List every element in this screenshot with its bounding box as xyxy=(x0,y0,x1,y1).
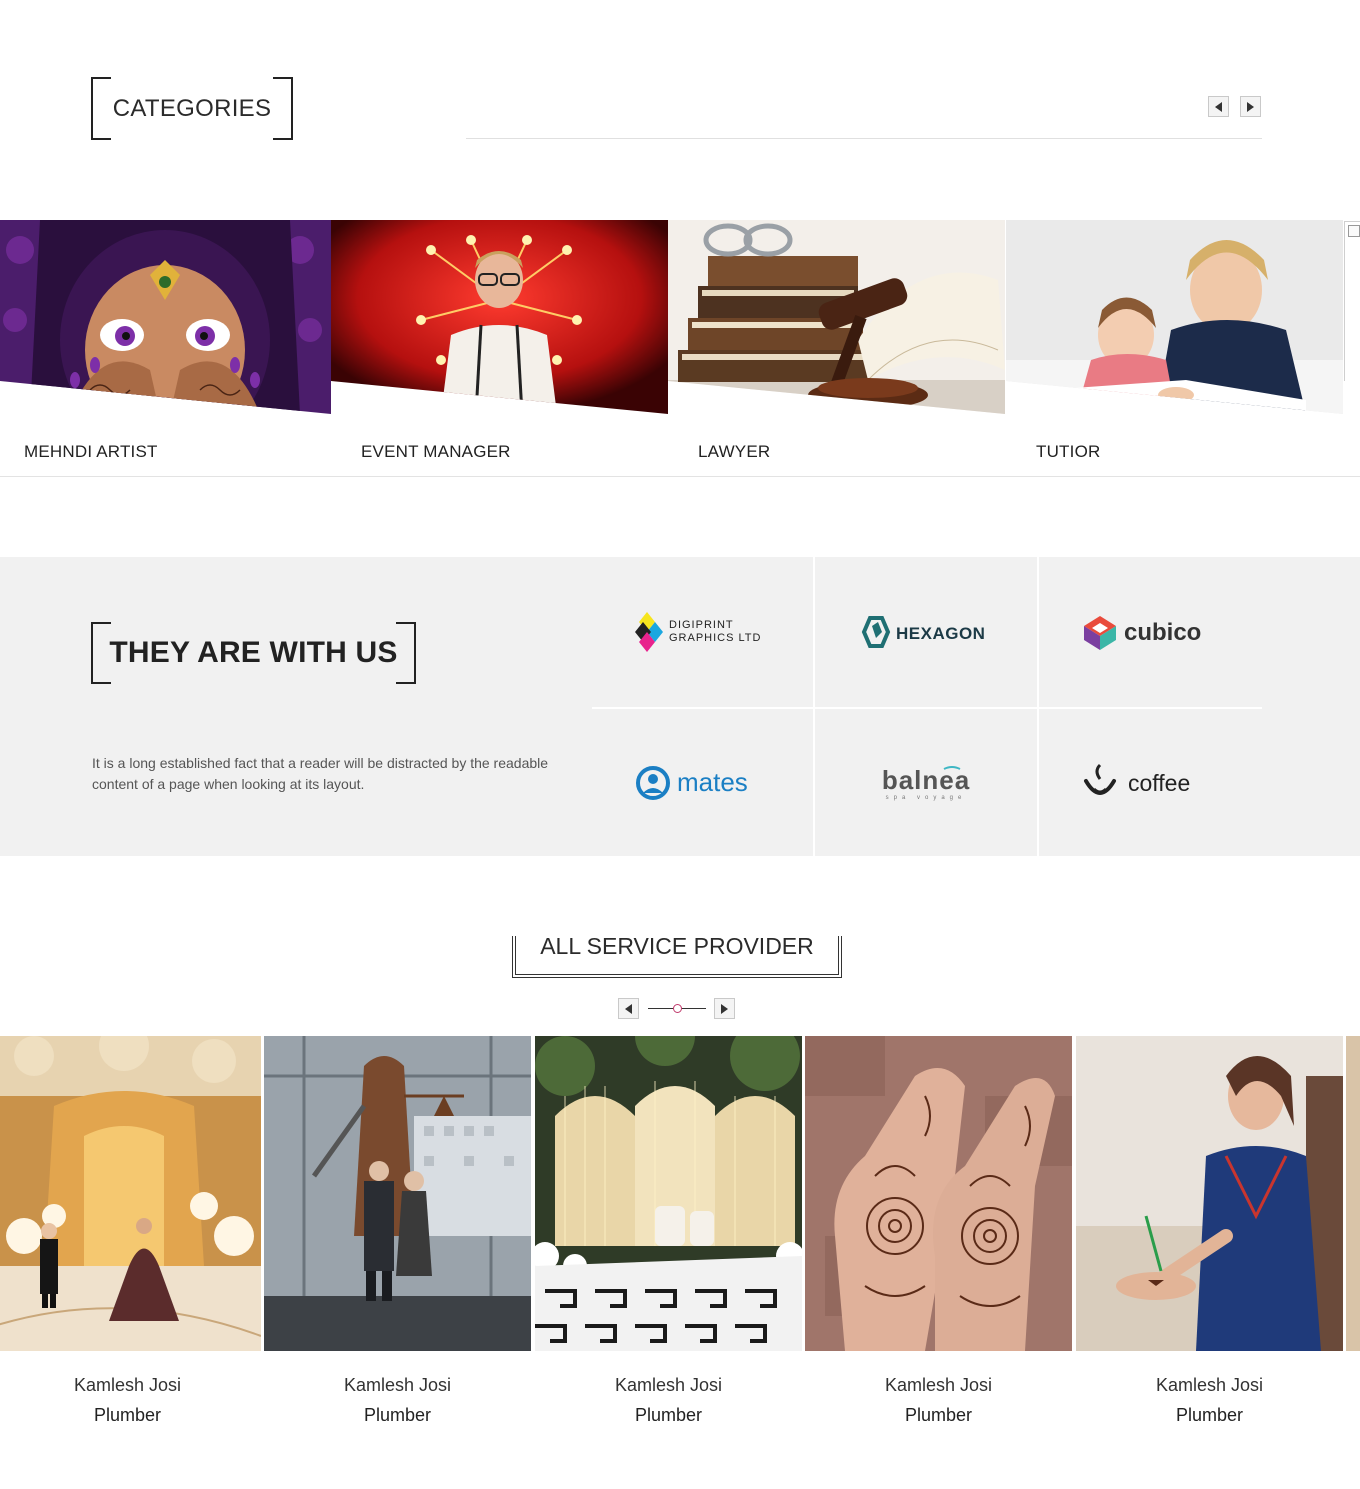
provider-card[interactable]: Kamlesh Josi Plumber xyxy=(0,1036,261,1436)
provider-image[interactable] xyxy=(1076,1036,1343,1351)
arrow-right-icon xyxy=(721,1003,728,1014)
provider-role: Plumber xyxy=(634,1405,703,1425)
category-label[interactable]: LAWYER xyxy=(698,442,770,462)
carousel-indicator-dot[interactable] xyxy=(673,1004,682,1013)
providers-prev-button[interactable] xyxy=(618,998,639,1019)
providers-title-box: ALL SERVICE PROVIDER xyxy=(512,933,842,978)
provider-image[interactable] xyxy=(805,1036,1072,1351)
mates-logo-icon: mates xyxy=(636,765,748,800)
partner-logo-mates[interactable]: mates xyxy=(592,708,814,857)
provider-name[interactable]: Kamlesh Josi xyxy=(805,1375,1072,1396)
category-card-mehndi[interactable]: MEHNDI ARTIST xyxy=(0,220,331,476)
category-card-lawyer[interactable]: LAWYER xyxy=(668,220,1005,476)
provider-name[interactable]: Kamlesh Josi xyxy=(0,1375,261,1396)
categories-prev-button[interactable] xyxy=(1208,96,1229,117)
provider-name[interactable]: Kamlesh Josi xyxy=(1076,1375,1343,1396)
partners-title: THEY ARE WITH US xyxy=(109,636,398,669)
broken-image-icon xyxy=(1348,225,1360,237)
category-image-mehndi[interactable] xyxy=(0,220,331,414)
partner-logo-coffee[interactable]: coffee xyxy=(1039,708,1261,857)
category-image-event-manager[interactable] xyxy=(331,220,668,414)
svg-text:coffee: coffee xyxy=(1128,770,1190,796)
arrow-left-icon xyxy=(625,1003,632,1014)
provider-image[interactable] xyxy=(535,1036,802,1351)
partner-logo-balnea[interactable]: balnea spa voyage xyxy=(815,708,1037,857)
svg-text:cubico: cubico xyxy=(1124,619,1201,646)
partner-logo-hexagon[interactable]: HEXAGON xyxy=(815,557,1037,706)
categories-title: CATEGORIES xyxy=(112,94,272,122)
provider-card-partial[interactable] xyxy=(1346,1036,1360,1351)
provider-card[interactable]: Kamlesh Josi Plumber xyxy=(535,1036,802,1436)
categories-bottom-divider xyxy=(0,476,1360,477)
cubico-logo-icon: cubico xyxy=(1084,615,1201,650)
provider-card[interactable]: Kamlesh Josi Plumber xyxy=(805,1036,1072,1436)
categories-title-box: CATEGORIES xyxy=(91,77,293,140)
svg-text:balnea: balnea xyxy=(882,765,970,795)
hexagon-logo-icon: HEXAGON xyxy=(861,615,985,648)
provider-role: Plumber xyxy=(93,1405,162,1425)
svg-text:GRAPHICS LTD: GRAPHICS LTD xyxy=(669,632,761,644)
balnea-logo-icon: balnea spa voyage xyxy=(882,765,970,801)
partners-title-box: THEY ARE WITH US xyxy=(91,622,416,684)
provider-card[interactable]: Kamlesh Josi Plumber xyxy=(264,1036,531,1436)
svg-text:DIGIPRINT: DIGIPRINT xyxy=(669,619,734,631)
provider-image[interactable] xyxy=(264,1036,531,1351)
partners-description: It is a long established fact that a rea… xyxy=(92,755,549,792)
coffee-logo-icon: coffee xyxy=(1084,763,1190,796)
svg-text:HEXAGON: HEXAGON xyxy=(896,624,985,643)
category-label[interactable]: TUTIOR xyxy=(1036,442,1100,462)
provider-image[interactable] xyxy=(0,1036,261,1351)
svg-text:mates: mates xyxy=(677,767,748,797)
partners-section: THEY ARE WITH US It is a long establishe… xyxy=(0,557,1360,856)
arrow-right-icon xyxy=(1247,101,1254,112)
partner-logo-digiprint[interactable]: DIGIPRINT GRAPHICS LTD xyxy=(592,557,814,706)
broken-image-placeholder xyxy=(1344,221,1360,381)
category-image-lawyer[interactable] xyxy=(668,220,1005,414)
category-card-tutior[interactable]: TUTIOR xyxy=(1006,220,1343,476)
provider-name[interactable]: Kamlesh Josi xyxy=(535,1375,802,1396)
svg-text:spa voyage: spa voyage xyxy=(886,795,967,801)
provider-role: Plumber xyxy=(363,1405,432,1425)
providers-title: ALL SERVICE PROVIDER xyxy=(540,933,814,959)
provider-role: Plumber xyxy=(1175,1405,1244,1425)
partner-logo-cubico[interactable]: cubico xyxy=(1039,557,1261,706)
category-card-event-manager[interactable]: EVENT MANAGER xyxy=(331,220,668,476)
categories-divider xyxy=(466,138,1262,139)
arrow-left-icon xyxy=(1215,101,1222,112)
provider-role: Plumber xyxy=(904,1405,973,1425)
category-label[interactable]: EVENT MANAGER xyxy=(361,442,511,462)
provider-card[interactable]: Kamlesh Josi Plumber xyxy=(1076,1036,1343,1436)
category-label[interactable]: MEHNDI ARTIST xyxy=(24,442,158,462)
categories-next-button[interactable] xyxy=(1240,96,1261,117)
category-image-tutior[interactable] xyxy=(1006,220,1343,414)
provider-name[interactable]: Kamlesh Josi xyxy=(264,1375,531,1396)
digiprint-logo-icon: DIGIPRINT GRAPHICS LTD xyxy=(635,611,761,652)
providers-next-button[interactable] xyxy=(714,998,735,1019)
